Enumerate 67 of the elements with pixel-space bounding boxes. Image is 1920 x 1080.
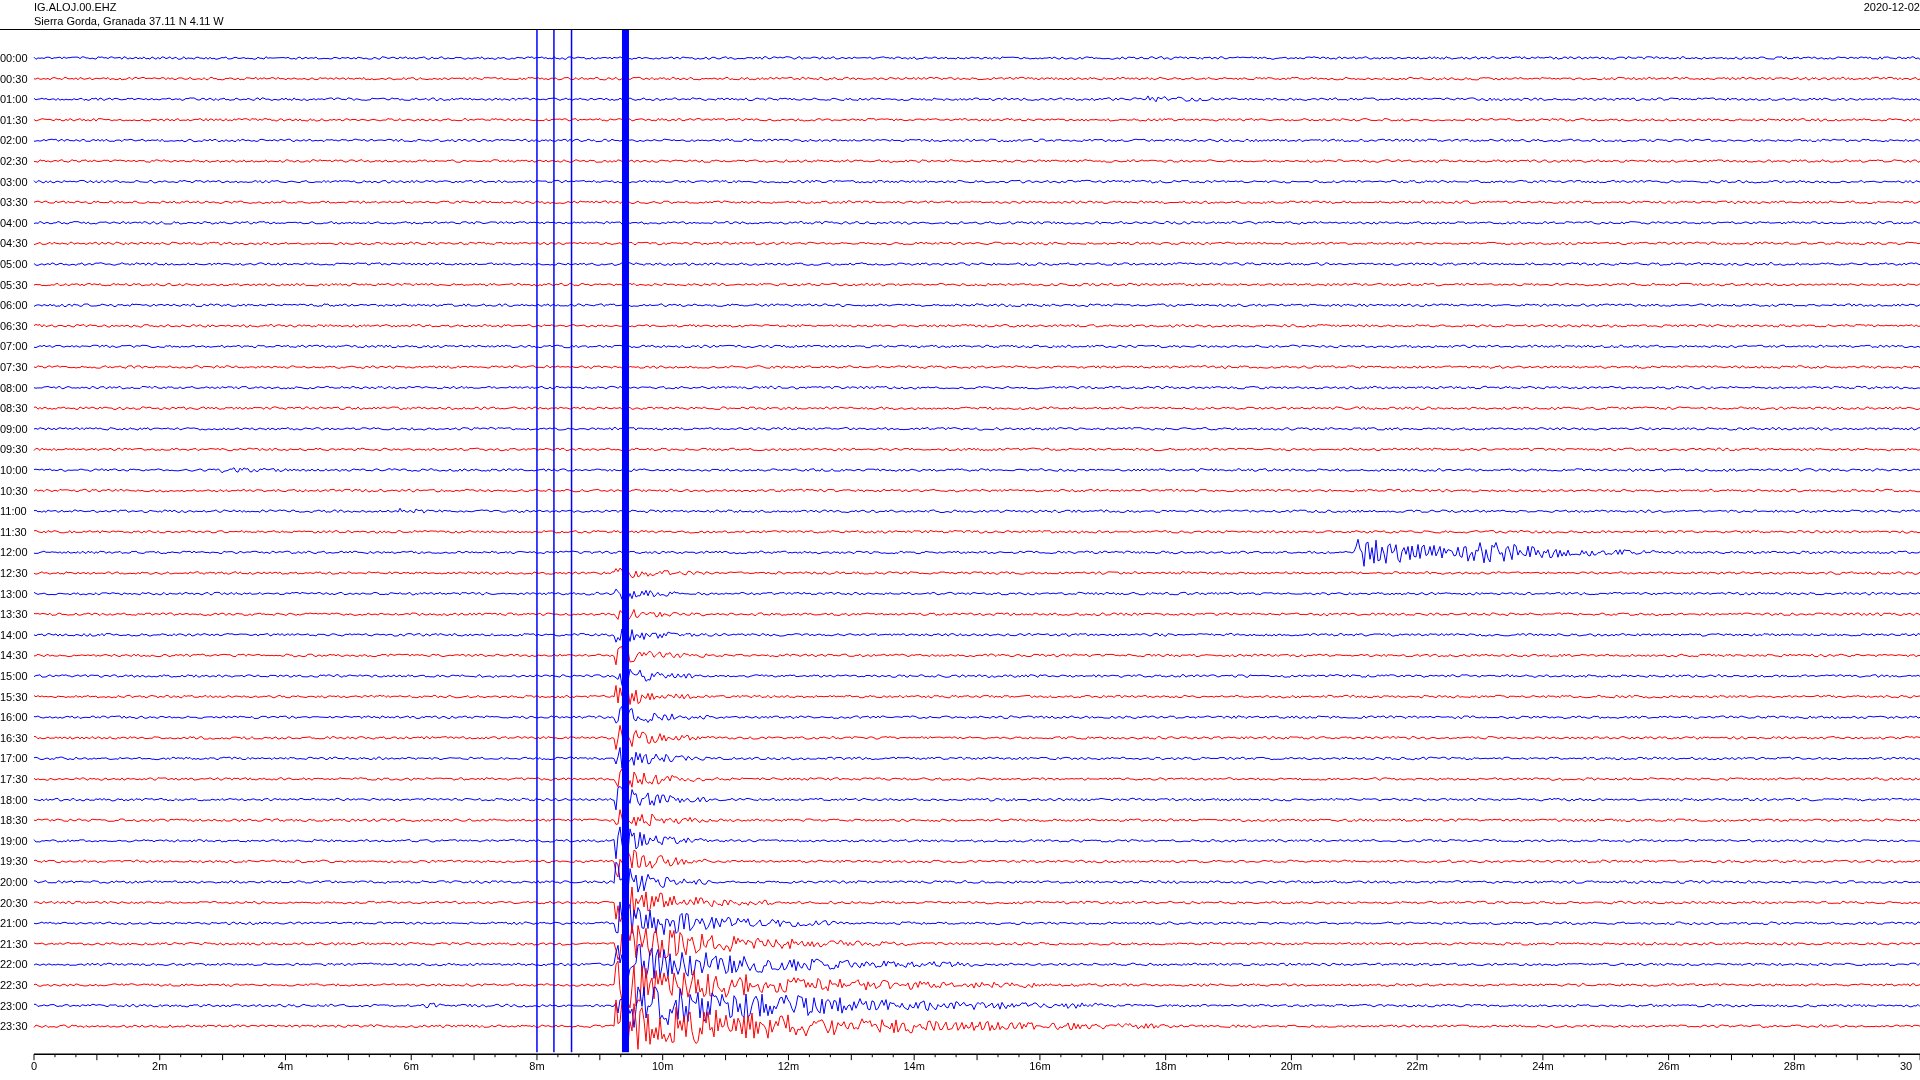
- time-label: 14:30: [0, 649, 28, 662]
- time-label: 06:00: [0, 299, 28, 312]
- axis-tick-label: 10m: [652, 1060, 674, 1073]
- time-label: 18:00: [0, 793, 28, 806]
- axis-tick-label: 2m: [152, 1060, 168, 1073]
- time-label: 10:30: [0, 484, 28, 497]
- time-label: 04:30: [0, 237, 28, 250]
- time-label: 08:00: [0, 381, 28, 394]
- axis-tick-label: 26m: [1657, 1060, 1680, 1073]
- time-label: 17:00: [0, 752, 28, 765]
- axis-tick-label: 30: [1899, 1060, 1913, 1073]
- time-label: 04:00: [0, 216, 28, 229]
- time-label: 23:30: [0, 1020, 28, 1033]
- axis-tick-label: 0: [30, 1060, 38, 1073]
- axis-tick-label: 4m: [277, 1060, 294, 1073]
- axis-tick-label: 8m: [529, 1060, 545, 1073]
- time-label: 08:30: [0, 402, 28, 415]
- record-date: 2020-12-02: [1863, 0, 1920, 15]
- time-label: 19:00: [0, 834, 28, 847]
- time-label: 00:30: [0, 72, 28, 85]
- time-label: 17:30: [0, 773, 28, 785]
- time-label: 09:00: [0, 422, 28, 435]
- axis-tick-label: 24m: [1532, 1060, 1554, 1073]
- axis-tick-label: 20m: [1280, 1060, 1303, 1073]
- time-label: 02:30: [0, 155, 28, 167]
- time-label: 23:00: [0, 999, 28, 1012]
- time-label: 00:00: [0, 52, 28, 64]
- station-code: IG.ALOJ.00.EHZ: [34, 0, 118, 14]
- time-label: 19:30: [0, 855, 28, 868]
- time-label: 16:00: [0, 711, 28, 724]
- axis-tick-label: 16m: [1029, 1060, 1051, 1073]
- time-label: 01:30: [0, 113, 28, 126]
- time-label: 11:30: [0, 525, 27, 538]
- axis-tick-label: 12m: [777, 1060, 800, 1073]
- station-location: Sierra Gorda, Granada 37.11 N 4.11 W: [34, 14, 224, 28]
- axis-tick-label: 28m: [1783, 1060, 1806, 1073]
- time-label: 05:00: [0, 258, 28, 270]
- time-label: 13:00: [0, 587, 28, 600]
- time-label: 12:00: [0, 546, 28, 559]
- axis-tick-label: 22m: [1406, 1060, 1428, 1073]
- time-label: 06:30: [0, 319, 28, 332]
- time-label: 21:30: [0, 937, 28, 950]
- time-label: 20:30: [0, 896, 28, 909]
- time-label: 21:00: [0, 917, 28, 930]
- time-label: 07:00: [0, 340, 28, 353]
- time-label: 03:00: [0, 175, 28, 188]
- time-label: 15:30: [0, 690, 28, 703]
- time-label: 16:30: [0, 731, 28, 744]
- time-label: 01:00: [0, 93, 28, 106]
- time-label: 05:30: [0, 278, 28, 291]
- time-label: 02:00: [0, 134, 28, 147]
- time-label: 22:30: [0, 979, 28, 991]
- time-label: 15:00: [0, 670, 28, 682]
- axis-tick-label: 18m: [1154, 1060, 1177, 1073]
- time-label: 10:00: [0, 464, 28, 476]
- time-label: 18:30: [0, 814, 28, 827]
- time-label: 13:30: [0, 608, 28, 621]
- time-label: 09:30: [0, 443, 28, 456]
- axis-tick-label: 14m: [903, 1060, 925, 1073]
- axis-tick-label: 6m: [403, 1060, 419, 1073]
- time-label: 03:30: [0, 196, 28, 209]
- time-label: 11:00: [0, 505, 27, 518]
- time-label: 22:00: [0, 958, 28, 971]
- time-label: 20:00: [0, 876, 28, 888]
- time-label: 14:00: [0, 628, 28, 641]
- time-label: 12:30: [0, 567, 28, 579]
- time-label: 07:30: [0, 361, 28, 373]
